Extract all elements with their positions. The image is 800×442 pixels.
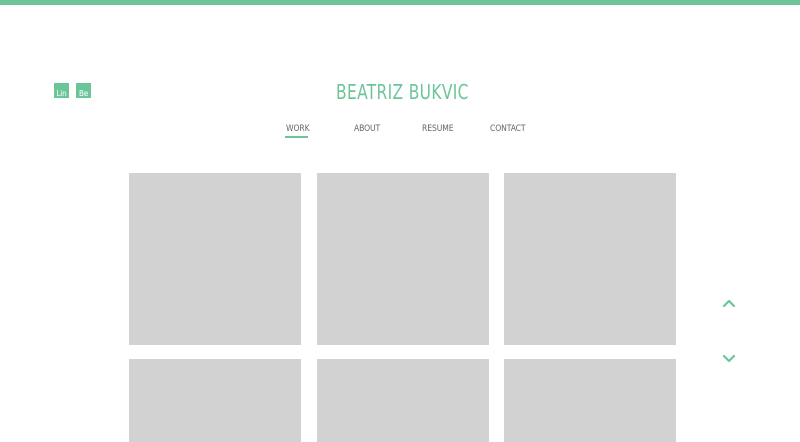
project-tile[interactable] — [129, 359, 301, 442]
nav-item-contact[interactable]: CONTACT — [490, 124, 526, 134]
nav-item-resume[interactable]: RESUME — [422, 124, 454, 134]
nav-item-work[interactable]: WORK — [286, 124, 310, 134]
project-tile[interactable] — [129, 173, 301, 345]
active-nav-underline — [285, 136, 308, 138]
project-tile[interactable] — [504, 359, 676, 442]
project-tile[interactable] — [317, 173, 489, 345]
site-title[interactable]: BEATRIZ BUKVIC — [56, 78, 748, 106]
nav-item-about[interactable]: ABOUT — [354, 124, 380, 134]
project-tile[interactable] — [504, 173, 676, 345]
project-tile[interactable] — [317, 359, 489, 442]
chevron-down-icon[interactable] — [721, 353, 737, 365]
top-accent-bar — [0, 0, 800, 5]
chevron-up-icon[interactable] — [721, 297, 737, 309]
